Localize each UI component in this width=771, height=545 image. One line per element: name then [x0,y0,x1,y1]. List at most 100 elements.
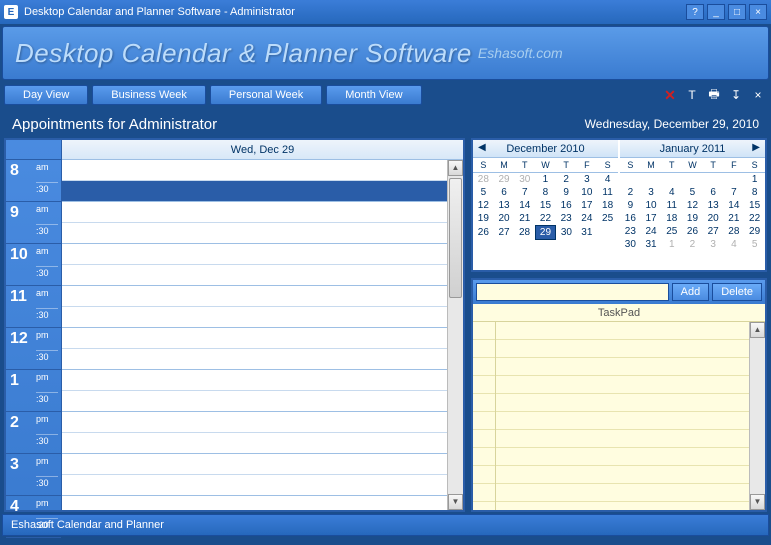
delete-icon[interactable]: ✕ [661,86,679,104]
time-slot[interactable] [62,265,463,286]
view-tab-month-view[interactable]: Month View [326,85,421,105]
calendar-day[interactable]: 28 [724,225,745,238]
calendar-day[interactable]: 23 [620,225,641,238]
time-slot[interactable] [62,328,463,349]
calendar-day[interactable]: 1 [744,173,765,187]
calendar-day[interactable]: 31 [641,238,662,251]
view-tab-day-view[interactable]: Day View [4,85,88,105]
calendar-day[interactable]: 28 [514,226,535,240]
calendar-day[interactable]: 17 [577,199,598,212]
taskpad-add-button[interactable]: Add [672,283,710,301]
calendar-day[interactable]: 2 [556,173,577,187]
calendar-day[interactable]: 19 [473,212,494,226]
time-slot[interactable] [62,349,463,370]
calendar-day[interactable]: 29 [494,173,515,187]
day-scrollbar[interactable]: ▲ ▼ [447,160,463,510]
taskpad-body[interactable]: ▲ ▼ [473,322,765,510]
calendar-day[interactable]: 2 [682,238,703,251]
calendar-day[interactable]: 6 [494,186,515,199]
calendar-day[interactable]: 18 [597,199,618,212]
day-grid[interactable]: Wed, Dec 29 ▲ ▼ [62,140,463,510]
view-tab-business-week[interactable]: Business Week [92,85,206,105]
close-panel-icon[interactable]: × [749,86,767,104]
calendar-day[interactable]: 29 [535,226,556,240]
time-slot[interactable] [62,370,463,391]
calendar-day[interactable]: 9 [620,199,641,212]
calendar-day[interactable]: 16 [620,212,641,225]
text-tool-icon[interactable]: T [683,86,701,104]
calendar-day[interactable]: 30 [620,238,641,251]
calendar-day[interactable]: 12 [473,199,494,212]
calendar-day[interactable]: 11 [661,199,682,212]
calendar-day[interactable]: 8 [744,186,765,199]
calendar-day[interactable]: 11 [597,186,618,199]
taskpad-input[interactable] [476,283,669,301]
calendar-day[interactable]: 19 [682,212,703,225]
print-icon[interactable]: 🖶 [705,86,723,104]
scroll-up-button[interactable]: ▲ [448,160,463,176]
scroll-down-button[interactable]: ▼ [448,494,463,510]
calendar-day[interactable]: 1 [661,238,682,251]
time-slot[interactable] [62,454,463,475]
calendar-day[interactable]: 17 [641,212,662,225]
calendar-day[interactable]: 3 [577,173,598,187]
view-tab-personal-week[interactable]: Personal Week [210,85,322,105]
next-month-button[interactable]: ▶ [749,142,763,153]
calendar-day[interactable]: 15 [535,199,556,212]
time-slot[interactable] [62,475,463,496]
calendar-day[interactable]: 21 [724,212,745,225]
calendar-day[interactable]: 3 [703,238,724,251]
calendar-day[interactable]: 3 [641,186,662,199]
calendar-day[interactable]: 16 [556,199,577,212]
calendar-day[interactable]: 30 [556,226,577,240]
calendar-day[interactable]: 24 [577,212,598,226]
time-slot[interactable] [62,160,463,181]
time-slot[interactable] [62,433,463,454]
calendar-day[interactable]: 7 [514,186,535,199]
taskpad-delete-button[interactable]: Delete [712,283,762,301]
calendar-day[interactable]: 24 [641,225,662,238]
calendar-day[interactable]: 2 [620,186,641,199]
calendar-day[interactable]: 10 [577,186,598,199]
time-slot[interactable] [62,202,463,223]
calendar-day[interactable]: 18 [661,212,682,225]
sort-icon[interactable]: ↧ [727,86,745,104]
calendar-day[interactable]: 10 [641,199,662,212]
maximize-button[interactable]: □ [728,4,746,20]
calendar-day[interactable]: 22 [535,212,556,226]
time-slot[interactable] [62,412,463,433]
scroll-down-button[interactable]: ▼ [750,494,765,510]
help-button[interactable]: ? [686,4,704,20]
calendar-day[interactable]: 15 [744,199,765,212]
calendar-day[interactable]: 30 [514,173,535,187]
calendar-day[interactable]: 8 [535,186,556,199]
time-slot[interactable] [62,223,463,244]
calendar-day[interactable]: 26 [473,226,494,240]
scroll-up-button[interactable]: ▲ [750,322,765,338]
calendar-day[interactable]: 14 [724,199,745,212]
time-slot[interactable] [62,244,463,265]
calendar-day[interactable]: 1 [535,173,556,187]
calendar-day[interactable]: 27 [703,225,724,238]
calendar-day[interactable]: 26 [682,225,703,238]
close-button[interactable]: × [749,4,767,20]
calendar-day[interactable]: 29 [744,225,765,238]
calendar-day[interactable]: 6 [703,186,724,199]
calendar-day[interactable]: 20 [494,212,515,226]
time-slot[interactable] [62,496,463,510]
time-slot[interactable] [62,286,463,307]
calendar-day[interactable]: 23 [556,212,577,226]
time-slot[interactable] [62,307,463,328]
scroll-thumb[interactable] [449,178,462,298]
calendar-day[interactable]: 25 [597,212,618,226]
calendar-day[interactable]: 21 [514,212,535,226]
calendar-day[interactable]: 4 [597,173,618,187]
calendar-day[interactable]: 14 [514,199,535,212]
time-slot[interactable] [62,181,463,202]
calendar-day[interactable]: 9 [556,186,577,199]
calendar-day[interactable]: 7 [724,186,745,199]
calendar-day[interactable]: 4 [661,186,682,199]
taskpad-scrollbar[interactable]: ▲ ▼ [749,322,765,510]
calendar-day[interactable]: 13 [494,199,515,212]
calendar-day[interactable]: 13 [703,199,724,212]
